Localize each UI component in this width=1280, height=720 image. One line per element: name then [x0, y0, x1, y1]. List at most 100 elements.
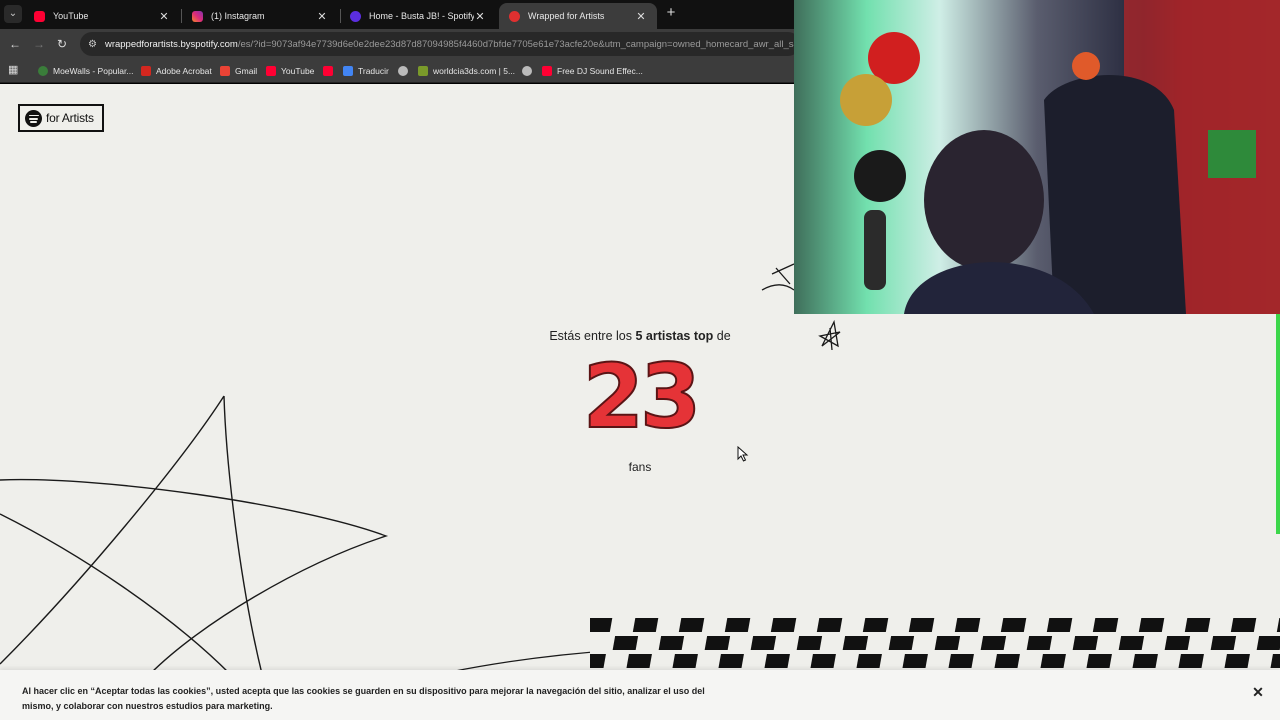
bookmark-adobe-acrobat[interactable]: Adobe Acrobat — [141, 63, 212, 79]
checker-tile — [1256, 636, 1280, 650]
bookmark-traducir[interactable]: Traducir — [343, 63, 389, 79]
fan-count-label: fans — [628, 460, 652, 474]
youtube-icon — [323, 66, 333, 76]
acrobat-icon — [141, 66, 151, 76]
checker-tile — [632, 618, 659, 632]
checker-tile — [994, 654, 1020, 668]
bookmark-globe[interactable] — [398, 63, 413, 79]
checker-tile — [1230, 618, 1257, 632]
checker-tile — [626, 654, 652, 668]
webcam-overlay — [794, 0, 1280, 314]
logo-text: for Artists — [46, 111, 94, 125]
checker-tile — [1132, 654, 1158, 668]
instagram-icon — [192, 10, 203, 22]
url-text: wrappedforartists.byspotify.com/es/?id=9… — [104, 38, 800, 50]
checker-tile — [718, 654, 744, 668]
mouse-cursor-icon — [737, 446, 749, 462]
bookmark-gmail[interactable]: Gmail — [220, 63, 257, 79]
close-icon[interactable]: ✕ — [474, 10, 486, 23]
microphone — [864, 210, 886, 290]
bookmark-free-dj-sound[interactable]: Free DJ Sound Effec... — [542, 63, 643, 79]
checker-tile — [980, 636, 1007, 650]
translate-icon — [343, 66, 353, 76]
checker-tile — [724, 618, 751, 632]
checker-tile — [1210, 636, 1237, 650]
forward-arrow-icon[interactable]: → — [30, 35, 48, 53]
back-arrow-icon[interactable]: ← — [6, 35, 24, 53]
site-info-icon[interactable]: ⚙ — [88, 39, 97, 50]
checker-pattern — [590, 614, 1280, 670]
new-tab-plus-icon[interactable]: + — [662, 4, 680, 22]
checker-tile — [1026, 636, 1053, 650]
tab-instagram[interactable]: (1) Instagram ✕ — [182, 3, 338, 29]
checker-tile — [810, 654, 836, 668]
cookie-text: Al hacer clic en “Aceptar todas las cook… — [22, 686, 705, 711]
tab-search-chevron-icon[interactable]: ⌄ — [4, 5, 22, 23]
scroll-accent-bar — [1276, 314, 1280, 534]
checker-tile — [1224, 654, 1250, 668]
checker-tile — [1178, 654, 1204, 668]
headline-emphasis: 5 artistas top — [635, 329, 714, 343]
tab-title: Home - Busta JB! - Spotify for Artists — [369, 11, 474, 21]
bookmark-youtube-2[interactable] — [323, 63, 338, 79]
globe-icon — [522, 66, 532, 76]
tab-spotify-for-artists[interactable]: Home - Busta JB! - Spotify for Artists ✕ — [340, 3, 496, 29]
tab-title: YouTube — [53, 11, 89, 21]
gaming-chair — [1044, 75, 1186, 314]
checker-tile — [1118, 636, 1145, 650]
tab-title: Wrapped for Artists — [528, 11, 605, 21]
checker-tile — [1046, 618, 1073, 632]
checker-tile — [672, 654, 698, 668]
checker-tile — [658, 636, 685, 650]
checker-tile — [770, 618, 797, 632]
checker-tile — [704, 636, 731, 650]
checker-tile — [590, 654, 606, 668]
checker-tile — [750, 636, 777, 650]
youtube-icon — [542, 66, 552, 76]
checker-tile — [612, 636, 639, 650]
webcam-scene — [794, 0, 1280, 314]
address-bar[interactable]: ⚙ wrappedforartists.byspotify.com/es/?id… — [80, 32, 800, 56]
worldcia3ds-icon — [418, 66, 428, 76]
reload-icon[interactable]: ↻ — [53, 35, 71, 53]
close-icon[interactable]: ✕ — [635, 10, 647, 23]
youtube-icon — [266, 66, 276, 76]
bookmark-moewalls[interactable]: MoeWalls - Popular... — [38, 63, 133, 79]
ornament-gold — [840, 74, 892, 126]
close-icon[interactable]: ✕ — [316, 10, 328, 23]
checker-tile — [1086, 654, 1112, 668]
checker-tile — [796, 636, 823, 650]
checker-tile — [678, 618, 705, 632]
checker-tile — [816, 618, 843, 632]
tab-title: (1) Instagram — [211, 11, 265, 21]
globe-icon — [398, 66, 408, 76]
moewalls-icon — [38, 66, 48, 76]
checker-tile — [1138, 618, 1165, 632]
headline: Estás entre los 5 artistas top de — [549, 329, 731, 343]
checker-tile — [1184, 618, 1211, 632]
apps-grid-icon[interactable]: ▦ — [8, 65, 19, 76]
large-star-doodle — [0, 395, 389, 675]
spotify-for-artists-logo[interactable]: for Artists — [18, 104, 104, 132]
checker-tile — [888, 636, 915, 650]
checker-tile — [1000, 618, 1027, 632]
checker-tile — [908, 618, 935, 632]
tab-wrapped-for-artists[interactable]: Wrapped for Artists ✕ — [499, 3, 657, 29]
checker-tile — [902, 654, 928, 668]
gmail-icon — [220, 66, 230, 76]
creeper-plush — [1208, 130, 1256, 178]
checker-tile — [1040, 654, 1066, 668]
cookie-banner: Al hacer clic en “Aceptar todas las cook… — [0, 670, 1280, 720]
checker-tile — [842, 636, 869, 650]
tab-youtube[interactable]: YouTube ✕ — [24, 3, 180, 29]
spotify-icon — [25, 109, 42, 127]
bookmark-worldcia3ds[interactable]: worldcia3ds.com | 5... — [418, 63, 515, 79]
checker-tile — [948, 654, 974, 668]
bookmark-youtube[interactable]: YouTube — [266, 63, 314, 79]
youtube-icon — [34, 10, 45, 22]
checker-tile — [764, 654, 790, 668]
close-icon[interactable]: ✕ — [158, 10, 170, 23]
close-icon[interactable]: ✕ — [1250, 684, 1266, 700]
bookmark-globe-2[interactable] — [522, 63, 537, 79]
kuromi-plush — [854, 150, 906, 202]
